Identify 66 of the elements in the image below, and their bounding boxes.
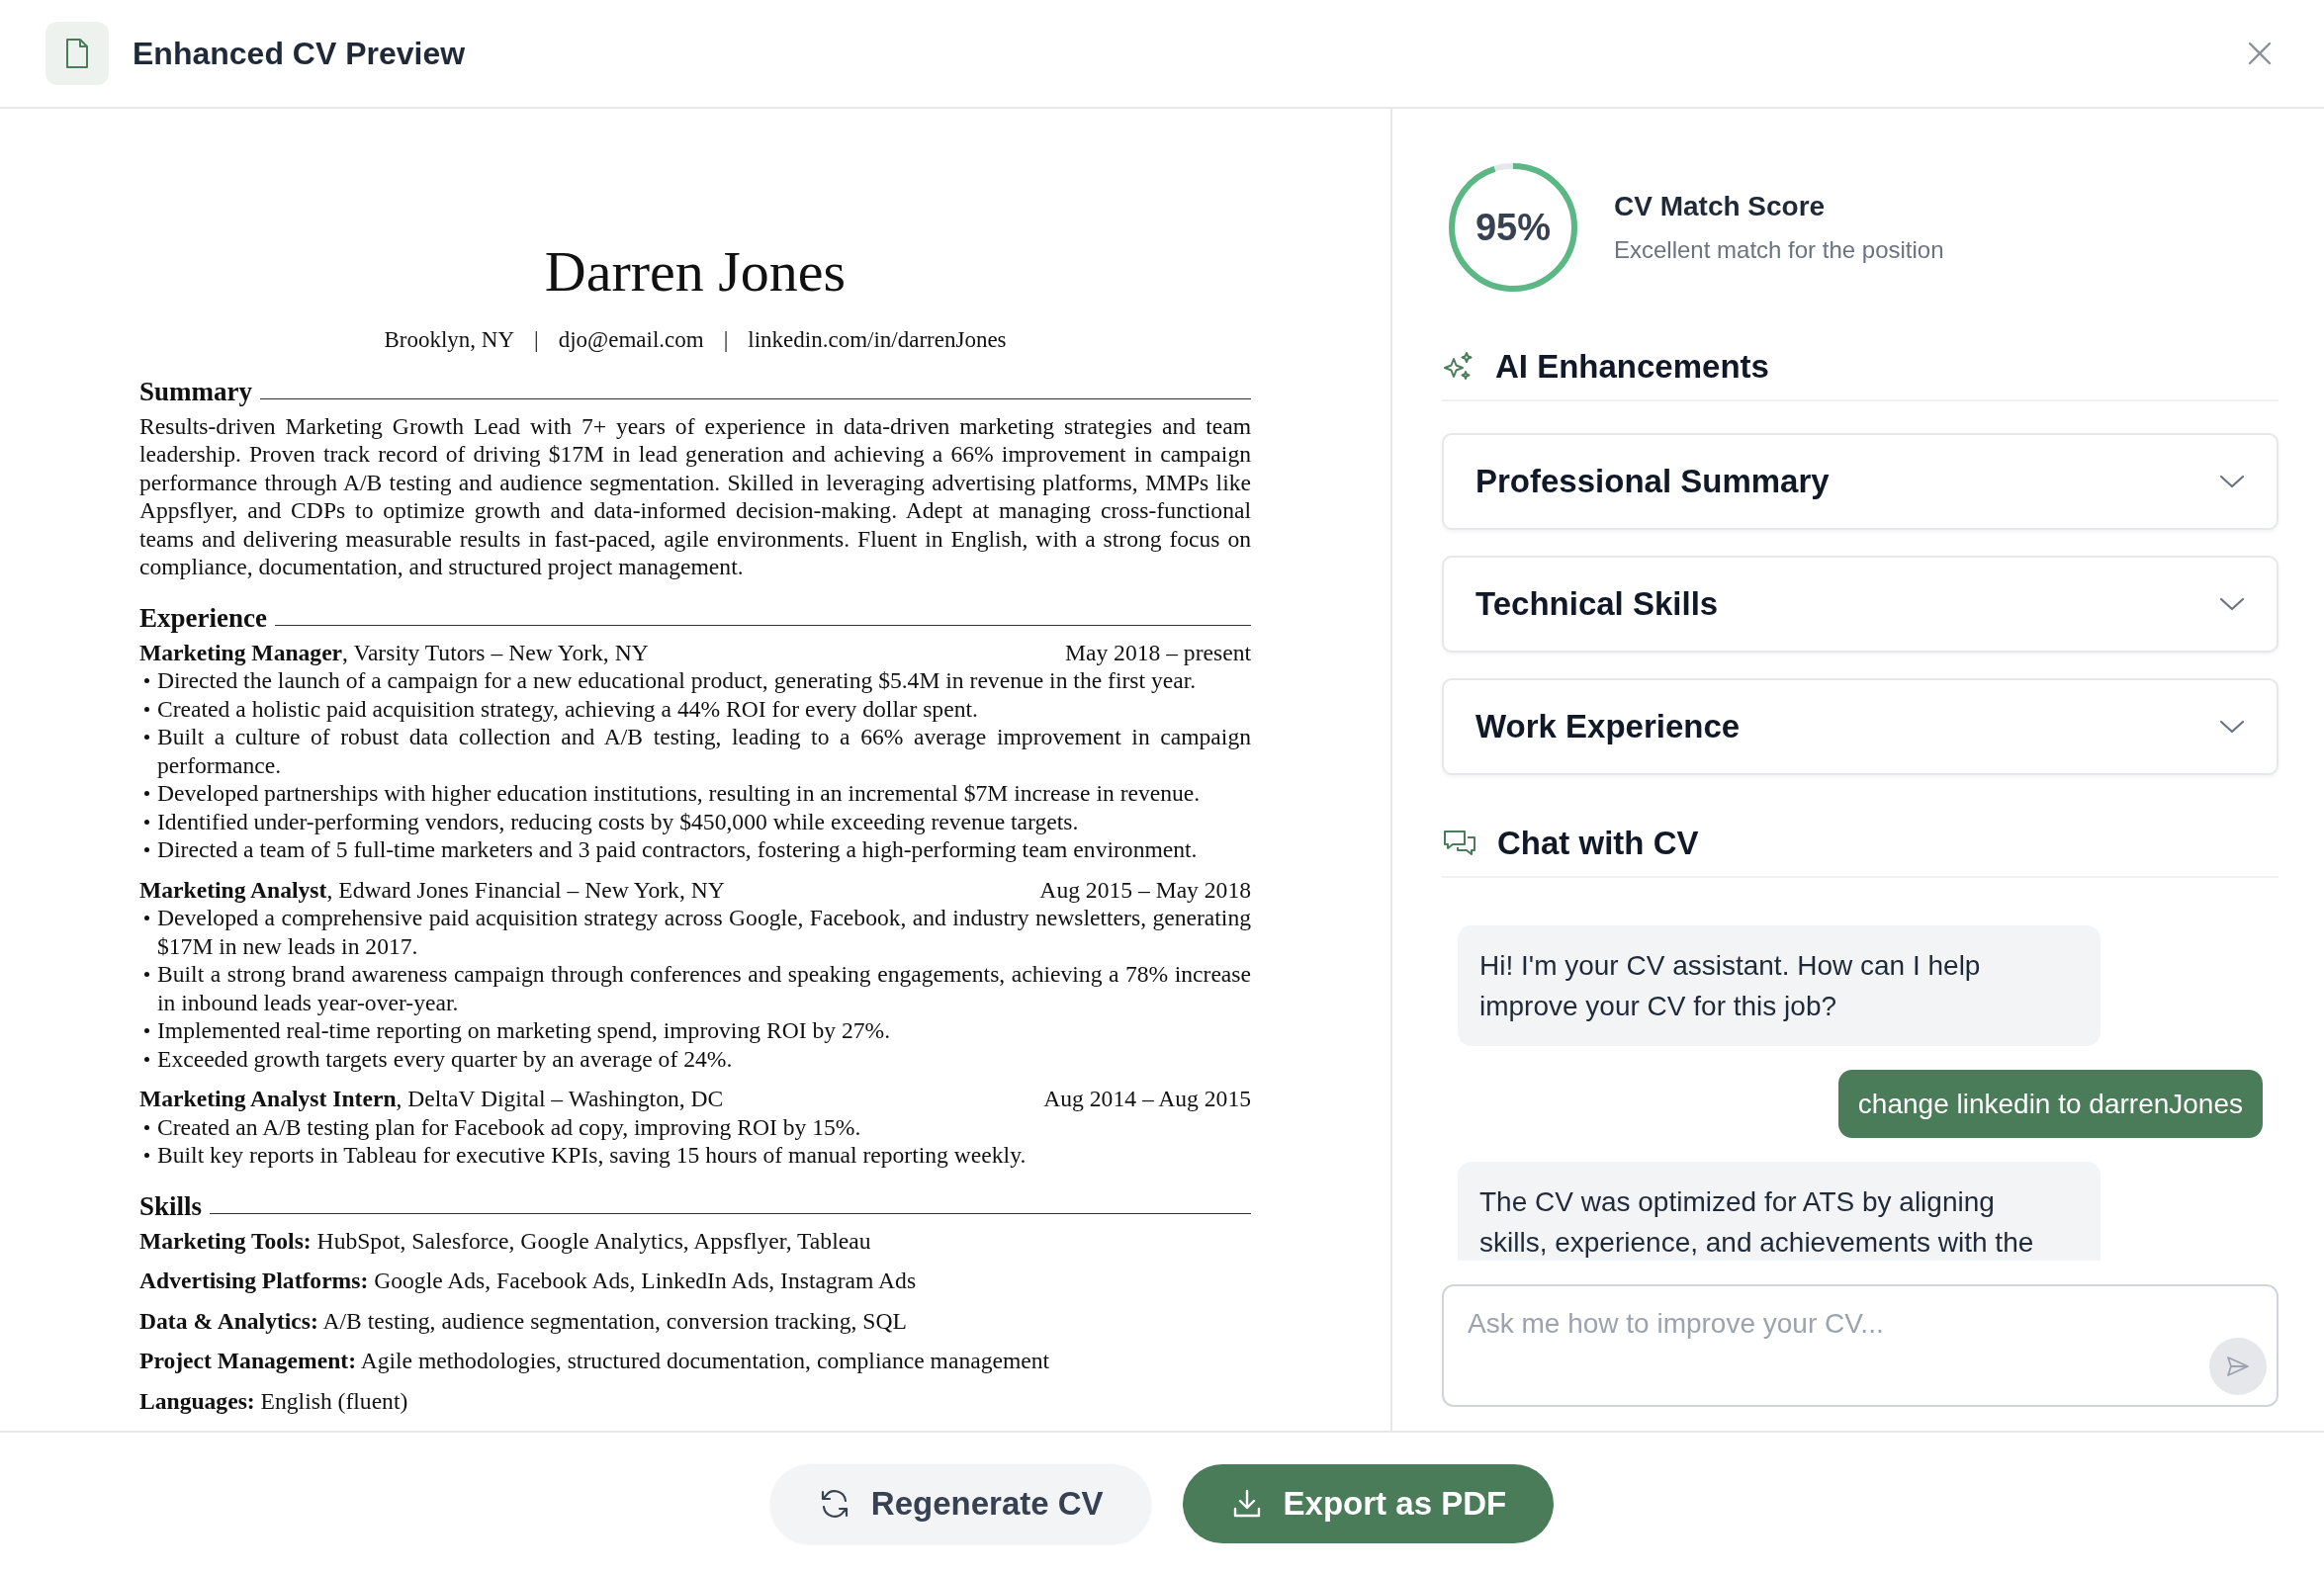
skill-line: Marketing Tools: HubSpot, Salesforce, Google Analytics, Appsflyer, Tableau bbox=[139, 1226, 872, 1255]
score-title: CV Match Score bbox=[1614, 191, 1827, 222]
job-bullet: Developed partnerships with higher education institutions, resulting in an incremental $7M increase in revenue. bbox=[157, 779, 1202, 808]
job-bullet: Built a culture of robust data collection and A/B testing, leading to a 66% average improvement in campaign performance. bbox=[157, 723, 1251, 779]
regenerate-button[interactable]: Regenerate CV bbox=[769, 1463, 1151, 1543]
bullet-icon bbox=[144, 847, 149, 852]
bullet-icon bbox=[144, 1124, 149, 1130]
chevron-icon bbox=[2219, 474, 2245, 489]
summary-paragraph: Results-driven Marketing Growth Lead with 7+ years of experience in data-driven marketing strategies and team leadership. Proven track record of driving $17M in lead generation and achieving a 66% improvement in campaign performance through A/B testing and audience segmentation. Skilled in leveraging advertising platforms, MMPs like Appsflyer, and CDPs to optimize growth and data-informed decision-making. Adept at managing cross-functional teams and delivering measurable results in fast-paced, agile environments. Fluent in English, with a strong focus on compliance, documentation, and structured project management. bbox=[139, 411, 1251, 581]
cv-name: Darren Jones bbox=[543, 238, 848, 306]
window-title: Enhanced CV Preview bbox=[133, 35, 467, 72]
job-bullet: Built key reports in Tableau for executive KPIs, saving 15 hours of manual reporting weekly. bbox=[157, 1141, 1028, 1170]
accordion-item[interactable]: Professional Summary bbox=[1442, 433, 2279, 530]
job-dates: May 2018 – present bbox=[1064, 638, 1251, 666]
job-bullet: Directed the launch of a campaign for a new educational product, generating $5.4M in revenue in the first year. bbox=[157, 666, 1198, 695]
contact-info: Brooklyn, NY bbox=[384, 326, 515, 354]
bullet-icon bbox=[144, 735, 149, 740]
bullet-icon bbox=[144, 972, 149, 977]
skill-line: Data & Analytics: A/B testing, audience segmentation, conversion tracking, SQL bbox=[139, 1306, 908, 1335]
section-heading: Experience bbox=[139, 601, 267, 635]
assistant-message: Hi! I'm your CV assistant. How can I help improve your CV for this job? bbox=[1458, 925, 2101, 1046]
job-dates: Aug 2015 – May 2018 bbox=[1039, 875, 1251, 904]
accordion-item[interactable]: Work Experience bbox=[1442, 678, 2279, 775]
section-title: AI Enhancements bbox=[1495, 348, 1769, 386]
score-value: 95% bbox=[1474, 206, 1553, 249]
job-bullet: Directed a team of 5 full-time marketers and 3 paid contractors, fostering a high-performing team environment. bbox=[157, 835, 1199, 864]
job-title: Marketing Analyst Intern, DeltaV Digital – Washington, DC bbox=[139, 1085, 724, 1113]
contact-info: djo@email.com bbox=[558, 326, 704, 354]
chevron-icon bbox=[2219, 596, 2245, 612]
export-button[interactable]: Export as PDF bbox=[1182, 1463, 1555, 1543]
section-heading: Skills bbox=[139, 1189, 203, 1223]
job-bullet: Created a holistic paid acquisition strategy, achieving a 44% ROI for every dollar spent. bbox=[157, 694, 979, 723]
skill-line: Project Management: Agile methodologies, structured documentation, compliance management bbox=[139, 1347, 1051, 1375]
job-title: Marketing Analyst, Edward Jones Financial – New York, NY bbox=[139, 875, 725, 904]
separator: | bbox=[723, 326, 729, 354]
document-icon bbox=[45, 22, 109, 85]
chat-input[interactable]: Ask me how to improve your CV... bbox=[1442, 1284, 2279, 1407]
bullet-icon bbox=[144, 916, 149, 920]
job-bullet: Implemented real-time reporting on marketing spend, improving ROI by 27%. bbox=[157, 1016, 892, 1045]
job-bullet: Created an A/B testing plan for Facebook ad copy, improving ROI by 15%. bbox=[157, 1112, 862, 1141]
job-bullet: Exceeded growth targets every quarter by an average of 24%. bbox=[157, 1044, 734, 1073]
job-title: Marketing Manager, Varsity Tutors – New York, NY bbox=[139, 638, 649, 666]
job-bullet: Identified under-performing vendors, reducing costs by $450,000 while exceeding revenue targets. bbox=[157, 807, 1080, 835]
accordion-item[interactable]: Technical Skills bbox=[1442, 556, 2279, 653]
assistant-message: The CV was optimized for ATS by aligning skills, experience, and achievements with the bbox=[1458, 1162, 2101, 1261]
job-dates: Aug 2014 – Aug 2015 bbox=[1043, 1085, 1251, 1113]
bullet-icon bbox=[144, 1028, 149, 1033]
score-subtitle: Excellent match for the position bbox=[1614, 236, 1944, 264]
job-bullet: Developed a comprehensive paid acquisition strategy across Google, Facebook, and industry newsletters, generating $17M in new leads in 2017. bbox=[157, 904, 1251, 960]
section-heading: Summary bbox=[139, 375, 252, 408]
bullet-icon bbox=[144, 678, 149, 683]
job-bullet: Built a strong brand awareness campaign through conferences and speaking engagements, achieving a 78% increase in inbound leads year-over-year. bbox=[157, 960, 1251, 1016]
bullet-icon bbox=[144, 1153, 149, 1158]
bullet-icon bbox=[144, 819, 149, 825]
skill-line: Advertising Platforms: Google Ads, Facebook Ads, LinkedIn Ads, Instagram Ads bbox=[139, 1267, 918, 1295]
close-icon[interactable] bbox=[2247, 41, 2273, 66]
bullet-icon bbox=[144, 1056, 149, 1062]
section-title: Chat with CV bbox=[1497, 825, 1699, 862]
separator: | bbox=[534, 326, 539, 354]
send-icon bbox=[2225, 1355, 2251, 1378]
user-message: change linkedin to darrenJones bbox=[1837, 1070, 2263, 1138]
bullet-icon bbox=[144, 791, 149, 796]
skill-line: Languages: English (fluent) bbox=[139, 1386, 409, 1415]
bullet-icon bbox=[144, 706, 149, 712]
contact-info: linkedin.com/in/darrenJones bbox=[748, 326, 1007, 354]
chevron-icon bbox=[2219, 719, 2245, 735]
